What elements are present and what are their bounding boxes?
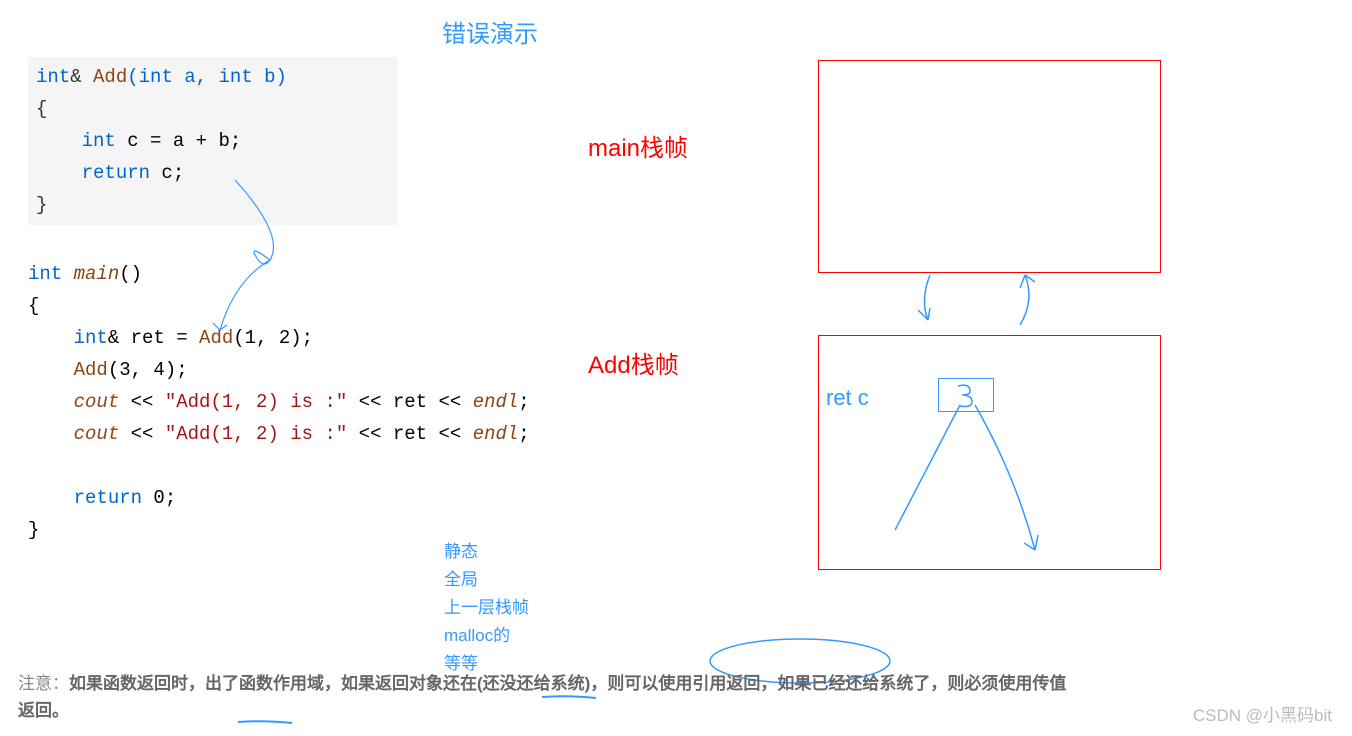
note-prefix: 注意： [18,674,69,693]
ret-c-label: ret c [826,385,869,411]
t: int [36,66,70,88]
anno-static: 静态 [444,538,529,566]
note-bold: 如果函数返回时，出了函数作用域，如果返回对象还在(还没还给系统)，则可以使用引用… [18,674,1066,720]
add-frame-box [818,335,1161,570]
error-demo-title: 错误演示 [442,14,538,49]
label-add-frame: Add栈帧 [588,345,679,380]
anno-upper-frame: 上一层栈帧 [444,594,529,622]
watermark: CSDN @小黑码bit [1193,701,1332,726]
main-frame-box [818,60,1161,273]
code-block-add: int& Add(int a, int b) { int c = a + b; … [28,57,398,225]
code-block-main: int main() { int& ret = Add(1, 2); Add(3… [28,258,530,546]
anno-malloc: malloc的 [444,622,529,650]
note-text: 注意：如果函数返回时，出了函数作用域，如果返回对象还在(还没还给系统)，则可以使… [18,670,1072,724]
label-main-frame: main栈帧 [588,128,688,163]
frame-arrows-sketch [900,270,1060,345]
anno-global: 全局 [444,566,529,594]
ret-c-cell [938,378,994,412]
annotation-list: 静态 全局 上一层栈帧 malloc的 等等 [444,538,529,678]
